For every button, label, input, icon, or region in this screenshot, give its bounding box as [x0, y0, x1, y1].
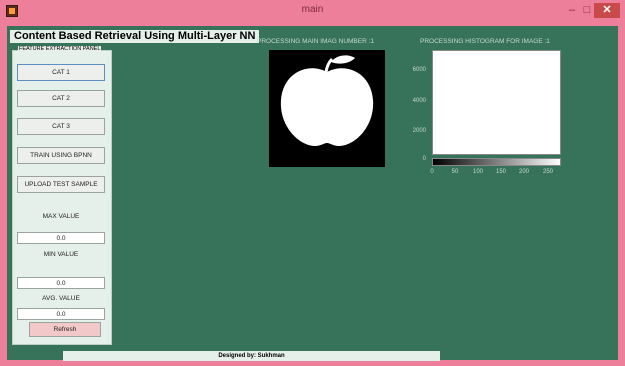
intensity-colorbar — [432, 158, 561, 166]
y-tick-0: 0 — [422, 156, 426, 162]
histogram-axes — [432, 50, 561, 155]
train-bpnn-button[interactable]: TRAIN USING BPNN — [17, 147, 105, 164]
designer-credit: Designed by: Sukhman — [63, 351, 440, 361]
refresh-button[interactable]: Refresh — [29, 322, 101, 337]
x-tick-0: 0 — [430, 169, 434, 175]
x-tick-100: 100 — [472, 169, 483, 175]
minimize-button[interactable]: – — [565, 3, 579, 18]
window-title: main — [301, 4, 324, 15]
apple-silhouette-icon — [280, 55, 374, 146]
x-tick-250: 250 — [542, 169, 553, 175]
cat3-button[interactable]: CAT 3 — [17, 118, 105, 135]
max-value-label: MAX VALUE — [42, 213, 80, 220]
x-tick-150: 150 — [495, 169, 506, 175]
upload-test-sample-button[interactable]: UPLOAD TEST SAMPLE — [17, 176, 105, 193]
app-window: main – □ ✕ Content Based Retrieval Using… — [0, 0, 625, 366]
main-image-axes — [269, 50, 385, 167]
y-tick-4000: 4000 — [412, 98, 426, 104]
avg-value-label: AVG. VALUE — [42, 295, 80, 302]
panel-title: FEATURE EXTRACTION PANEL — [18, 46, 102, 52]
y-tick-6000: 6000 — [412, 67, 426, 73]
min-value-label: MIN VALUE — [43, 251, 79, 258]
x-tick-200: 200 — [518, 169, 529, 175]
y-tick-2000: 2000 — [412, 128, 426, 134]
x-tick-50: 50 — [451, 169, 459, 175]
app-heading: Content Based Retrieval Using Multi-Laye… — [10, 30, 260, 43]
title-bar[interactable]: main – □ ✕ — [0, 0, 625, 22]
avg-value-field[interactable]: 0.0 — [17, 308, 105, 320]
max-value-field[interactable]: 0.0 — [17, 232, 105, 244]
close-button[interactable]: ✕ — [594, 3, 620, 18]
cat2-button[interactable]: CAT 2 — [17, 90, 105, 107]
image-axes-title: PROCESSING MAIN IMAG NUMBER :1 — [257, 38, 375, 45]
cat1-button[interactable]: CAT 1 — [17, 64, 105, 81]
min-value-field[interactable]: 0.0 — [17, 277, 105, 289]
histogram-axes-title: PROCESSING HISTOGRAM FOR IMAGE :1 — [420, 38, 550, 45]
maximize-button[interactable]: □ — [580, 3, 594, 18]
